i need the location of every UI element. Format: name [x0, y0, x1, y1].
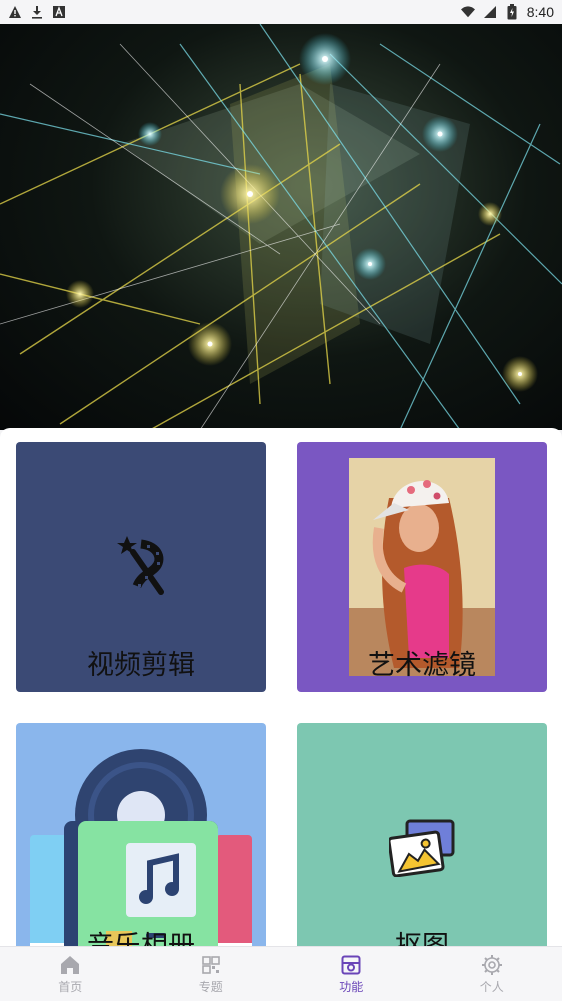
card-label: 艺术滤镜	[297, 643, 547, 682]
card-label: 音乐相册	[16, 924, 266, 948]
wifi-icon	[461, 5, 475, 19]
nav-topics[interactable]: 专题	[141, 947, 282, 1001]
home-icon	[59, 954, 81, 976]
music-album-icon	[30, 737, 252, 948]
status-left	[8, 5, 66, 19]
battery-icon	[505, 5, 519, 19]
signal-icon	[483, 5, 497, 19]
nav-label: 专题	[199, 978, 223, 995]
card-art-filter[interactable]: 艺术滤镜	[297, 442, 547, 692]
grid-icon	[200, 954, 222, 976]
nav-label: 首页	[58, 978, 82, 995]
abstract-light-grid-image	[0, 24, 562, 430]
nav-home[interactable]: 首页	[0, 947, 141, 1001]
function-icon	[340, 954, 362, 976]
nav-label: 功能	[339, 978, 363, 995]
bottom-nav: 首页 专题 功能 个人	[0, 946, 562, 1001]
card-label: 抠图	[297, 924, 547, 948]
status-time: 8:40	[527, 4, 554, 20]
card-music-album[interactable]: 音乐相册	[16, 723, 266, 948]
card-video-edit[interactable]: 视频剪辑	[16, 442, 266, 692]
status-bar: 8:40	[0, 0, 562, 24]
nav-profile[interactable]: 个人	[422, 947, 562, 1001]
feature-panel: 视频剪辑 艺术滤镜	[0, 428, 562, 948]
download-icon	[30, 5, 44, 19]
card-label: 视频剪辑	[16, 643, 266, 682]
gear-icon	[481, 954, 503, 976]
nav-functions[interactable]: 功能	[281, 947, 422, 1001]
nav-label: 个人	[480, 978, 504, 995]
magic-wand-film-icon	[111, 530, 171, 600]
image-cutout-icon	[389, 819, 455, 877]
card-cutout[interactable]: 抠图	[297, 723, 547, 948]
hero-banner[interactable]	[0, 24, 562, 430]
status-right: 8:40	[461, 4, 554, 20]
warning-icon	[8, 5, 22, 19]
font-icon	[52, 5, 66, 19]
